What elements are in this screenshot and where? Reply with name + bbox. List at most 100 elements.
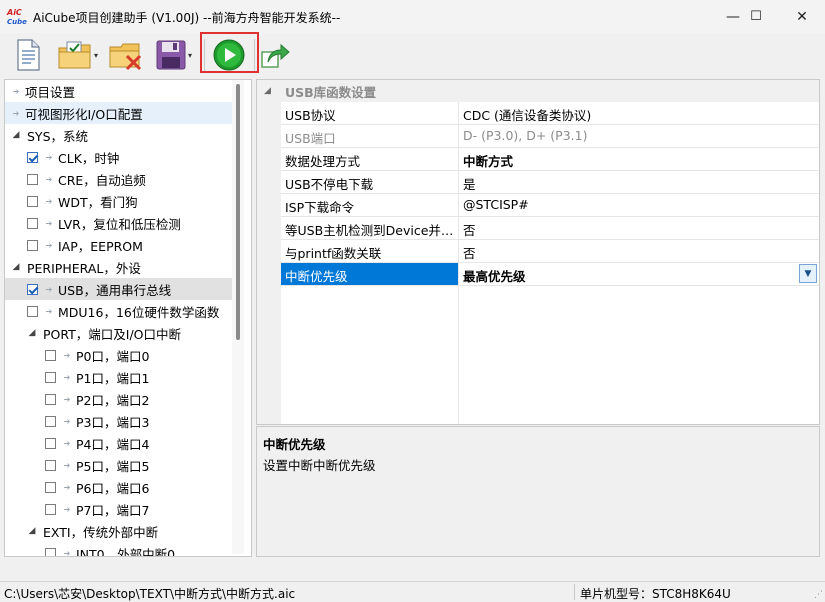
tree-item-label: P5口，端口5 xyxy=(76,458,150,474)
tree-item[interactable]: ➔ P2口，端口2 xyxy=(5,388,233,410)
tree-checkbox[interactable] xyxy=(27,173,38,185)
tree-checkbox[interactable] xyxy=(27,151,38,163)
tree-item[interactable]: ◢ EXTI，传统外部中断 xyxy=(5,520,233,542)
tree-item[interactable]: ➔ IAP，EEPROM xyxy=(5,234,233,256)
property-row[interactable]: 与printf函数关联 否 xyxy=(281,240,819,263)
tree-item-label: P4口，端口4 xyxy=(76,436,150,452)
property-value[interactable]: CDC (通信设备类协议) xyxy=(463,105,591,124)
tree-item[interactable]: ➔ 可视图形化I/O口配置 xyxy=(5,102,233,124)
property-name: 等USB主机检测到Device并配置完成 xyxy=(285,223,457,238)
tree-item[interactable]: ➔ P7口，端口7 xyxy=(5,498,233,520)
property-row[interactable]: 等USB主机检测到Device并配置完成否 xyxy=(281,217,819,240)
description-title: 中断优先级 xyxy=(263,437,326,452)
tree-item-label: MDU16，16位硬件数学函数 xyxy=(58,304,220,320)
tree-scrollbar-thumb[interactable] xyxy=(236,84,240,340)
tree-item-label: EXTI，传统外部中断 xyxy=(43,524,159,540)
property-value[interactable]: 否 xyxy=(463,220,476,239)
tree-item[interactable]: ➔ INT0，外部中断0 xyxy=(5,542,233,556)
new-document-icon xyxy=(17,39,40,71)
close-project-button[interactable] xyxy=(108,37,144,73)
property-grid[interactable]: ◢ USB库函数设置 USB协议 CDC (通信设备类协议) USB端口 D- (P3… xyxy=(256,79,820,425)
tree-checkbox[interactable] xyxy=(45,371,56,383)
property-row[interactable]: ISP下载命令 @STCISP# xyxy=(281,194,819,217)
property-value[interactable]: @STCISP# xyxy=(463,197,529,212)
arrow-right-icon: ➔ xyxy=(63,504,71,514)
tree-checkbox[interactable] xyxy=(45,481,56,493)
tree-item-label: P1口，端口1 xyxy=(76,370,150,386)
close-button[interactable]: ✕ xyxy=(779,0,825,33)
tree-checkbox[interactable] xyxy=(45,459,56,471)
arrow-right-icon: ➔ xyxy=(63,482,71,492)
property-value[interactable]: 是 xyxy=(463,174,476,193)
tree-item[interactable]: ➔ MDU16，16位硬件数学函数 xyxy=(5,300,233,322)
collapse-icon[interactable]: ◢ xyxy=(264,86,271,96)
tree-item[interactable]: ➔ P4口，端口4 xyxy=(5,432,233,454)
open-project-button[interactable]: ▾ xyxy=(54,37,102,73)
property-row[interactable]: USB协议 CDC (通信设备类协议) xyxy=(281,102,819,125)
tree-item-label: IAP，EEPROM xyxy=(58,238,143,254)
property-grid-gutter xyxy=(257,80,281,424)
tree-item[interactable]: ➔ P6口，端口6 xyxy=(5,476,233,498)
project-tree[interactable]: ➔ 项目设置 ➔ 可视图形化I/O口配置 ◢ SYS，系统 ➔ CLK，时钟 ➔ CRE，自动追频… xyxy=(4,79,252,557)
tree-item-label: P3口，端口3 xyxy=(76,414,150,430)
property-row[interactable]: USB端口 D- (P3.0), D+ (P3.1) xyxy=(281,125,819,148)
tree-item[interactable]: ➔ USB，通用串行总线 xyxy=(5,278,233,300)
tree-checkbox[interactable] xyxy=(27,305,38,317)
tree-checkbox[interactable] xyxy=(45,393,56,405)
tree-item[interactable]: ➔ CLK，时钟 xyxy=(5,146,233,168)
tree-item[interactable]: ➔ CRE，自动追频 xyxy=(5,168,233,190)
tree-checkbox[interactable] xyxy=(27,239,38,251)
tree-item[interactable]: ◢ PORT，端口及I/O口中断 xyxy=(5,322,233,344)
tree-checkbox[interactable] xyxy=(27,283,38,295)
expand-toggle-icon[interactable]: ◢ xyxy=(11,130,21,140)
arrow-right-icon: ➔ xyxy=(45,240,53,250)
tree-item[interactable]: ➔ P3口，端口3 xyxy=(5,410,233,432)
tree-item[interactable]: ➔ 项目设置 xyxy=(5,80,233,102)
property-name: USB端口 xyxy=(285,131,336,146)
property-value[interactable]: 中断方式 xyxy=(463,151,513,170)
tree-item[interactable]: ◢ PERIPHERAL，外设 xyxy=(5,256,233,278)
property-row[interactable]: 中断优先级 最高优先级 ▼ xyxy=(281,263,819,286)
status-file-path: C:\Users\芯安\Desktop\TEXT\中断方式\中断方式.aic xyxy=(4,587,296,601)
expand-toggle-icon[interactable]: ◢ xyxy=(11,262,21,272)
property-value[interactable]: 最高优先级 xyxy=(463,266,526,285)
arrow-right-icon: ➔ xyxy=(63,416,71,426)
maximize-button[interactable]: ☐ xyxy=(733,0,779,33)
property-row[interactable]: 数据处理方式 中断方式 xyxy=(281,148,819,171)
column-divider[interactable] xyxy=(458,102,459,424)
property-row[interactable]: USB不停电下载 是 xyxy=(281,171,819,194)
tree-checkbox[interactable] xyxy=(45,503,56,515)
tree-item[interactable]: ➔ P1口，端口1 xyxy=(5,366,233,388)
tree-checkbox[interactable] xyxy=(27,217,38,229)
status-chip-model: 单片机型号：STC8H8K64U xyxy=(580,587,731,601)
save-project-button[interactable]: ▾ xyxy=(150,37,198,73)
value-dropdown-button[interactable]: ▼ xyxy=(799,264,817,283)
expand-toggle-icon[interactable]: ◢ xyxy=(27,526,37,536)
tree-checkbox[interactable] xyxy=(45,547,56,556)
tree-item[interactable]: ➔ P0口，端口0 xyxy=(5,344,233,366)
floppy-disk-icon xyxy=(156,40,186,70)
status-separator xyxy=(574,584,575,600)
tree-item-label: P7口，端口7 xyxy=(76,502,150,518)
resize-grip-icon[interactable]: ⋰ xyxy=(814,590,823,600)
chevron-down-icon: ▾ xyxy=(93,50,98,60)
tree-item-label: PERIPHERAL，外设 xyxy=(27,260,141,276)
tree-checkbox[interactable] xyxy=(45,415,56,427)
tree-item[interactable]: ➔ LVR，复位和低压检测 xyxy=(5,212,233,234)
highlight-annotation xyxy=(200,32,259,73)
tree-item[interactable]: ◢ SYS，系统 xyxy=(5,124,233,146)
tree-checkbox[interactable] xyxy=(45,349,56,361)
tree-checkbox[interactable] xyxy=(45,437,56,449)
property-value[interactable]: 否 xyxy=(463,243,476,262)
export-button[interactable] xyxy=(260,37,290,73)
expand-toggle-icon[interactable]: ◢ xyxy=(27,328,37,338)
tree-item[interactable]: ➔ P5口，端口5 xyxy=(5,454,233,476)
tree-item-label: 可视图形化I/O口配置 xyxy=(25,106,143,122)
title-bar: AiC Cube AiCube项目创建助手 (V1.00J) --前海方舟智能开… xyxy=(0,0,825,34)
new-project-button[interactable] xyxy=(12,37,44,73)
property-name: 与printf函数关联 xyxy=(285,246,382,261)
property-category[interactable]: ◢ USB库函数设置 xyxy=(257,80,819,102)
tree-item[interactable]: ➔ WDT，看门狗 xyxy=(5,190,233,212)
property-value[interactable]: D- (P3.0), D+ (P3.1) xyxy=(463,128,587,143)
tree-checkbox[interactable] xyxy=(27,195,38,207)
